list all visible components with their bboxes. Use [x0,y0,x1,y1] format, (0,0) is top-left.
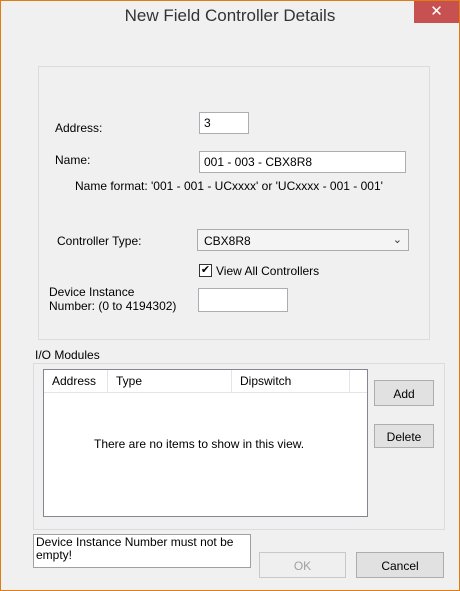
column-header-dipswitch[interactable]: Dipswitch [232,370,350,392]
device-instance-label-line2: Number: (0 to 4194302) [49,299,177,313]
column-header-address[interactable]: Address [44,370,108,392]
controller-type-label: Controller Type: [57,234,142,248]
address-field[interactable]: 3 [199,112,249,134]
device-instance-label-line1: Device Instance [49,285,135,299]
close-icon: ✕ [430,3,443,20]
status-message: Device Instance Number must not be empty… [33,534,251,568]
chevron-down-icon: ⌄ [392,234,402,246]
io-modules-label: I/O Modules [35,348,100,362]
list-empty-message: There are no items to show in this view. [94,437,305,451]
name-label: Name: [55,153,91,167]
device-instance-number-field[interactable] [198,288,288,312]
cancel-button[interactable]: Cancel [356,552,444,578]
window-title: New Field Controller Details [124,6,336,25]
status-message-line2: empty! [36,548,73,562]
ok-button[interactable]: OK [259,552,346,578]
address-label: Address: [55,121,103,135]
io-modules-list[interactable]: Address Type Dipswitch There are no item… [43,369,368,517]
view-all-controllers-checkbox[interactable]: ✔ [199,264,212,277]
list-header: Address Type Dipswitch [44,370,367,393]
title-bar: New Field Controller Details ✕ [1,1,459,31]
checkmark-icon: ✔ [200,264,211,276]
close-button[interactable]: ✕ [414,1,459,23]
controller-type-value: CBX8R8 [204,234,251,248]
view-all-controllers-label[interactable]: View All Controllers [216,264,319,278]
delete-button[interactable]: Delete [374,424,434,448]
dialog-window: New Field Controller Details ✕ Address: … [0,0,460,591]
name-field[interactable]: 001 - 003 - CBX8R8 [199,151,406,173]
add-button[interactable]: Add [374,380,434,406]
name-format-hint: Name format: '001 - 001 - UCxxxx' or 'UC… [75,179,383,193]
column-header-type[interactable]: Type [108,370,232,392]
controller-type-select[interactable]: CBX8R8 ⌄ [197,229,409,251]
